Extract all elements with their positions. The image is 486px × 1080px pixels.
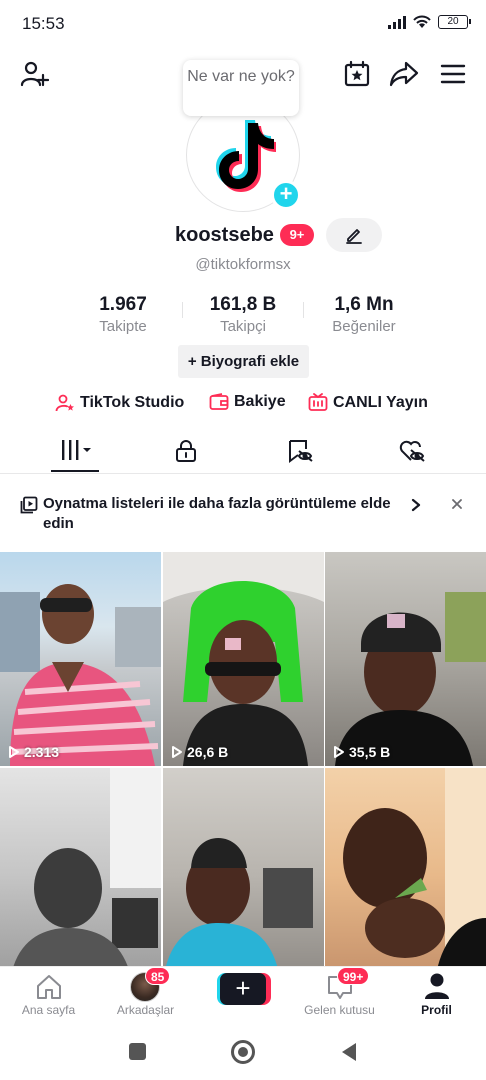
balance-link[interactable]: Bakiye <box>209 393 286 411</box>
user-handle: @tiktokformsx <box>195 256 291 273</box>
status-icons: 20 <box>388 14 471 29</box>
system-nav-bar <box>0 1024 486 1080</box>
tab-reposts[interactable] <box>270 436 330 466</box>
divider <box>182 302 183 318</box>
live-label: CANLI Yayın <box>333 393 428 411</box>
video-preview-image <box>343 768 486 966</box>
tiktok-studio-link[interactable]: TikTok Studio <box>55 393 184 413</box>
plus-icon: + <box>220 973 266 1005</box>
play-icon <box>334 746 344 758</box>
status-time: 15:53 <box>22 14 65 33</box>
video-preview-image <box>166 838 313 966</box>
signal-icon <box>388 15 406 29</box>
stat-value: 1,6 Mn <box>334 294 394 315</box>
tiktok-logo-icon <box>216 120 276 192</box>
profile-tabs <box>0 428 486 474</box>
home-icon <box>37 975 61 999</box>
bottom-nav: Ana sayfa 85 Arkadaşlar + 99+ Gelen kutu… <box>0 966 486 1024</box>
video-preview-image <box>13 768 161 966</box>
playlist-icon <box>20 496 38 514</box>
nav-friends[interactable]: 85 Arkadaşlar <box>97 967 194 1025</box>
grid-dropdown-icon <box>62 440 91 460</box>
live-tv-icon <box>308 393 328 411</box>
back-icon[interactable] <box>340 1042 358 1062</box>
video-thumbnail[interactable] <box>325 768 486 966</box>
playlist-banner[interactable]: Oynatma listeleri ile daha fazla görüntü… <box>0 484 486 544</box>
pencil-icon <box>346 229 362 244</box>
menu-icon[interactable] <box>437 58 469 90</box>
profile-stats: 1.967 Takipte 161,8 B Takipçi 1,6 Mn Beğ… <box>0 294 486 338</box>
studio-label: TikTok Studio <box>80 394 185 411</box>
banner-text: Oynatma listeleri ile daha fazla görüntü… <box>43 495 391 532</box>
inbox-count-badge: 99+ <box>337 967 370 985</box>
battery-icon: 20 <box>438 14 471 29</box>
edit-profile-button[interactable] <box>326 218 382 252</box>
bookmark-eye-icon <box>289 440 313 463</box>
video-preview-image <box>0 584 161 766</box>
view-count: 35,5 B <box>333 744 390 760</box>
video-thumbnail[interactable]: 2.313 <box>0 552 161 766</box>
recents-icon[interactable] <box>129 1043 146 1060</box>
nav-friends-label: Arkadaşlar <box>116 1003 175 1017</box>
status-tooltip[interactable]: Ne var ne yok? <box>183 60 299 116</box>
tab-indicator <box>51 470 99 472</box>
stat-value: 161,8 B <box>209 294 277 315</box>
video-thumbnail[interactable] <box>0 768 161 966</box>
nav-home-label: Ana sayfa <box>21 1003 76 1017</box>
profile-links: TikTok Studio Bakiye CANLI Yayın <box>0 393 486 417</box>
person-star-icon <box>55 394 74 412</box>
video-thumbnail[interactable] <box>163 768 324 966</box>
video-preview-image <box>335 592 486 766</box>
balance-label: Bakiye <box>234 393 286 410</box>
stat-following[interactable]: 1.967 Takipte <box>53 294 193 335</box>
live-link[interactable]: CANLI Yayın <box>308 393 428 412</box>
username: koostsebe <box>175 224 274 246</box>
divider <box>303 302 304 318</box>
close-icon[interactable] <box>451 498 463 510</box>
view-count-text: 35,5 B <box>349 744 391 760</box>
wifi-icon <box>413 15 431 28</box>
add-bio-button[interactable]: + Biyografi ekle <box>178 345 309 378</box>
stat-followers[interactable]: 161,8 B Takipçi <box>173 294 313 335</box>
add-photo-button[interactable]: + <box>271 180 301 210</box>
nav-home[interactable]: Ana sayfa <box>0 967 97 1025</box>
nav-create[interactable]: + <box>194 967 291 1025</box>
home-circle-icon[interactable] <box>231 1040 255 1064</box>
stat-label: Takipçi <box>220 318 266 335</box>
lock-icon <box>176 440 196 462</box>
profile-icon <box>425 973 449 999</box>
notification-badge[interactable]: 9+ <box>280 224 314 246</box>
nav-profile-label: Profil <box>421 1003 452 1017</box>
chevron-right-icon[interactable] <box>410 498 422 512</box>
tab-liked[interactable] <box>382 436 442 466</box>
video-thumbnail[interactable]: 35,5 B <box>325 552 486 766</box>
view-count: 26,6 B <box>171 744 228 760</box>
share-icon[interactable] <box>388 58 420 90</box>
view-count-text: 2.313 <box>24 744 60 760</box>
play-icon <box>9 746 19 758</box>
heart-eye-icon <box>399 440 425 462</box>
nav-inbox-label: Gelen kutusu <box>304 1003 375 1017</box>
stat-label: Beğeniler <box>332 318 396 335</box>
view-count: 2.313 <box>8 744 59 760</box>
tab-private[interactable] <box>156 436 216 466</box>
add-friend-icon[interactable] <box>18 58 50 90</box>
video-preview-image <box>163 552 324 766</box>
play-icon <box>172 746 182 758</box>
video-thumbnail[interactable]: 26,6 B <box>163 552 324 766</box>
status-bar: 15:53 20 <box>0 0 486 48</box>
tab-videos[interactable] <box>45 436 105 466</box>
stat-value: 1.967 <box>99 294 147 315</box>
video-grid: 2.313 26,6 B 35,5 B <box>0 552 486 966</box>
calendar-star-icon[interactable] <box>341 58 373 90</box>
friends-count-badge: 85 <box>145 967 171 985</box>
wallet-icon <box>209 393 229 410</box>
stat-likes[interactable]: 1,6 Mn Beğeniler <box>294 294 434 335</box>
view-count-text: 26,6 B <box>187 744 229 760</box>
nav-profile[interactable]: Profil <box>388 967 485 1025</box>
nav-inbox[interactable]: 99+ Gelen kutusu <box>291 967 388 1025</box>
stat-label: Takipte <box>99 318 147 335</box>
